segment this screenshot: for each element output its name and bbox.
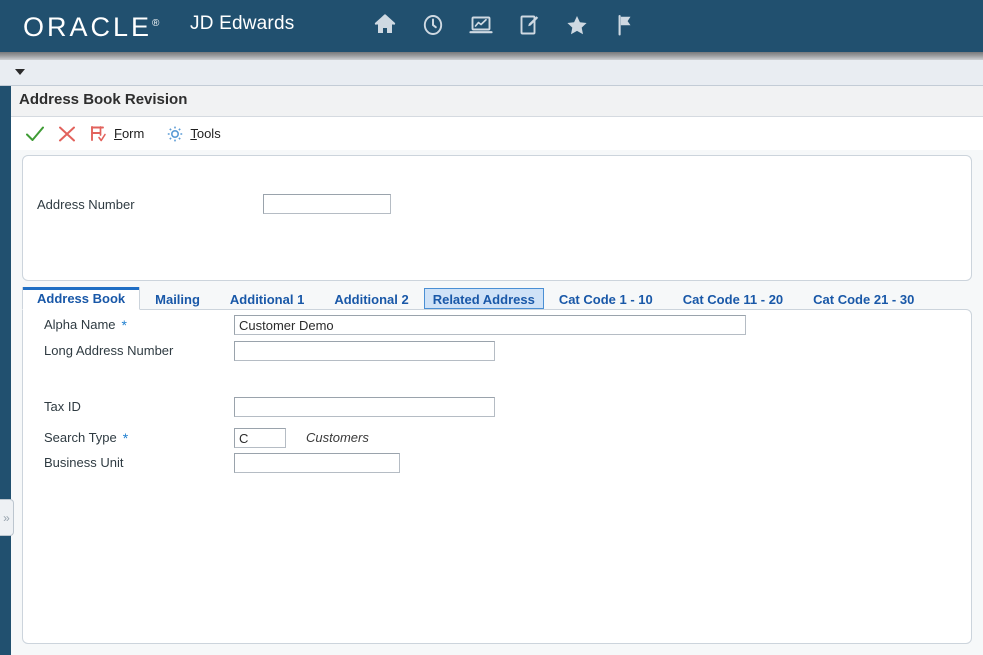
tools-label-rest: ools bbox=[196, 126, 221, 141]
tab-strip: Address Book Mailing Additional 1 Additi… bbox=[22, 286, 972, 310]
alpha-name-row: Alpha Name * bbox=[44, 317, 127, 332]
form-label-rest: orm bbox=[121, 126, 145, 141]
business-unit-row: Business Unit bbox=[44, 455, 123, 470]
action-toolbar: Form Tools bbox=[11, 117, 983, 150]
tax-id-label: Tax ID bbox=[44, 399, 81, 414]
form-menu-button[interactable]: Form bbox=[83, 121, 149, 147]
form-icon bbox=[91, 125, 106, 141]
oracle-wordmark: ORACLE bbox=[23, 12, 153, 42]
alpha-name-label: Alpha Name bbox=[44, 317, 116, 332]
content-area: Address Number Address Book Mailing Addi… bbox=[11, 150, 983, 655]
tab-mailing[interactable]: Mailing bbox=[140, 287, 215, 310]
left-nav-rail bbox=[0, 86, 11, 655]
tools-menu-label: Tools bbox=[190, 126, 220, 141]
tax-id-input[interactable] bbox=[234, 397, 495, 417]
breadcrumb bbox=[0, 60, 983, 86]
recent-clock-icon[interactable] bbox=[418, 9, 448, 41]
flag-icon[interactable] bbox=[610, 9, 640, 41]
search-type-required-marker: * bbox=[122, 429, 129, 446]
close-x-icon bbox=[59, 126, 75, 141]
tab-cat-code-1-10[interactable]: Cat Code 1 - 10 bbox=[544, 287, 668, 310]
tab-address-book[interactable]: Address Book bbox=[22, 287, 141, 310]
sidebar-expand-handle[interactable]: » bbox=[0, 499, 14, 536]
header-icon-group bbox=[370, 9, 640, 41]
page-title-bar: Address Book Revision bbox=[11, 86, 983, 117]
app-header: ORACLE® JD Edwards bbox=[0, 0, 983, 52]
business-unit-input[interactable] bbox=[234, 453, 400, 473]
reports-laptop-icon[interactable] bbox=[466, 9, 496, 41]
tab-additional-1[interactable]: Additional 1 bbox=[215, 287, 319, 310]
form-menu-label: Form bbox=[114, 126, 144, 141]
product-name: JD Edwards bbox=[190, 13, 295, 34]
oracle-logo: ORACLE® bbox=[23, 9, 159, 42]
home-icon[interactable] bbox=[370, 9, 400, 41]
cancel-button[interactable] bbox=[51, 121, 83, 147]
alpha-name-required-marker: * bbox=[121, 316, 127, 333]
address-number-panel: Address Number bbox=[22, 155, 972, 281]
business-unit-label: Business Unit bbox=[44, 455, 124, 470]
address-number-label: Address Number bbox=[37, 197, 135, 212]
tab-additional-2[interactable]: Additional 2 bbox=[319, 287, 423, 310]
tab-cat-code-21-30[interactable]: Cat Code 21 - 30 bbox=[798, 287, 929, 310]
header-shadow-strip bbox=[0, 52, 983, 60]
address-book-tab-panel: Alpha Name * Long Address Number Tax ID … bbox=[22, 309, 972, 644]
favorites-star-icon[interactable] bbox=[562, 9, 592, 41]
check-icon bbox=[26, 126, 44, 141]
registered-mark: ® bbox=[152, 18, 160, 29]
notepad-edit-icon[interactable] bbox=[514, 9, 544, 41]
alpha-name-input[interactable] bbox=[234, 315, 746, 335]
long-address-number-input[interactable] bbox=[234, 341, 495, 361]
tab-related-address[interactable]: Related Address bbox=[423, 288, 544, 309]
address-number-input[interactable] bbox=[263, 194, 391, 214]
tools-menu-button[interactable]: Tools bbox=[159, 121, 225, 147]
search-type-row: Search Type * bbox=[44, 430, 128, 445]
search-type-description: Customers bbox=[306, 430, 369, 445]
tax-id-row: Tax ID bbox=[44, 399, 81, 414]
chevron-down-icon[interactable] bbox=[15, 69, 25, 75]
form-accel-letter: F bbox=[114, 126, 122, 141]
page-title: Address Book Revision bbox=[19, 91, 188, 108]
search-type-label: Search Type bbox=[44, 430, 117, 445]
address-number-row: Address Number bbox=[37, 197, 135, 212]
ok-button[interactable] bbox=[19, 121, 51, 147]
gear-icon bbox=[168, 126, 183, 141]
long-address-number-label: Long Address Number bbox=[44, 343, 174, 358]
tab-cat-code-11-20[interactable]: Cat Code 11 - 20 bbox=[668, 287, 798, 310]
search-type-input[interactable] bbox=[234, 428, 286, 448]
long-address-number-row: Long Address Number bbox=[44, 343, 173, 358]
